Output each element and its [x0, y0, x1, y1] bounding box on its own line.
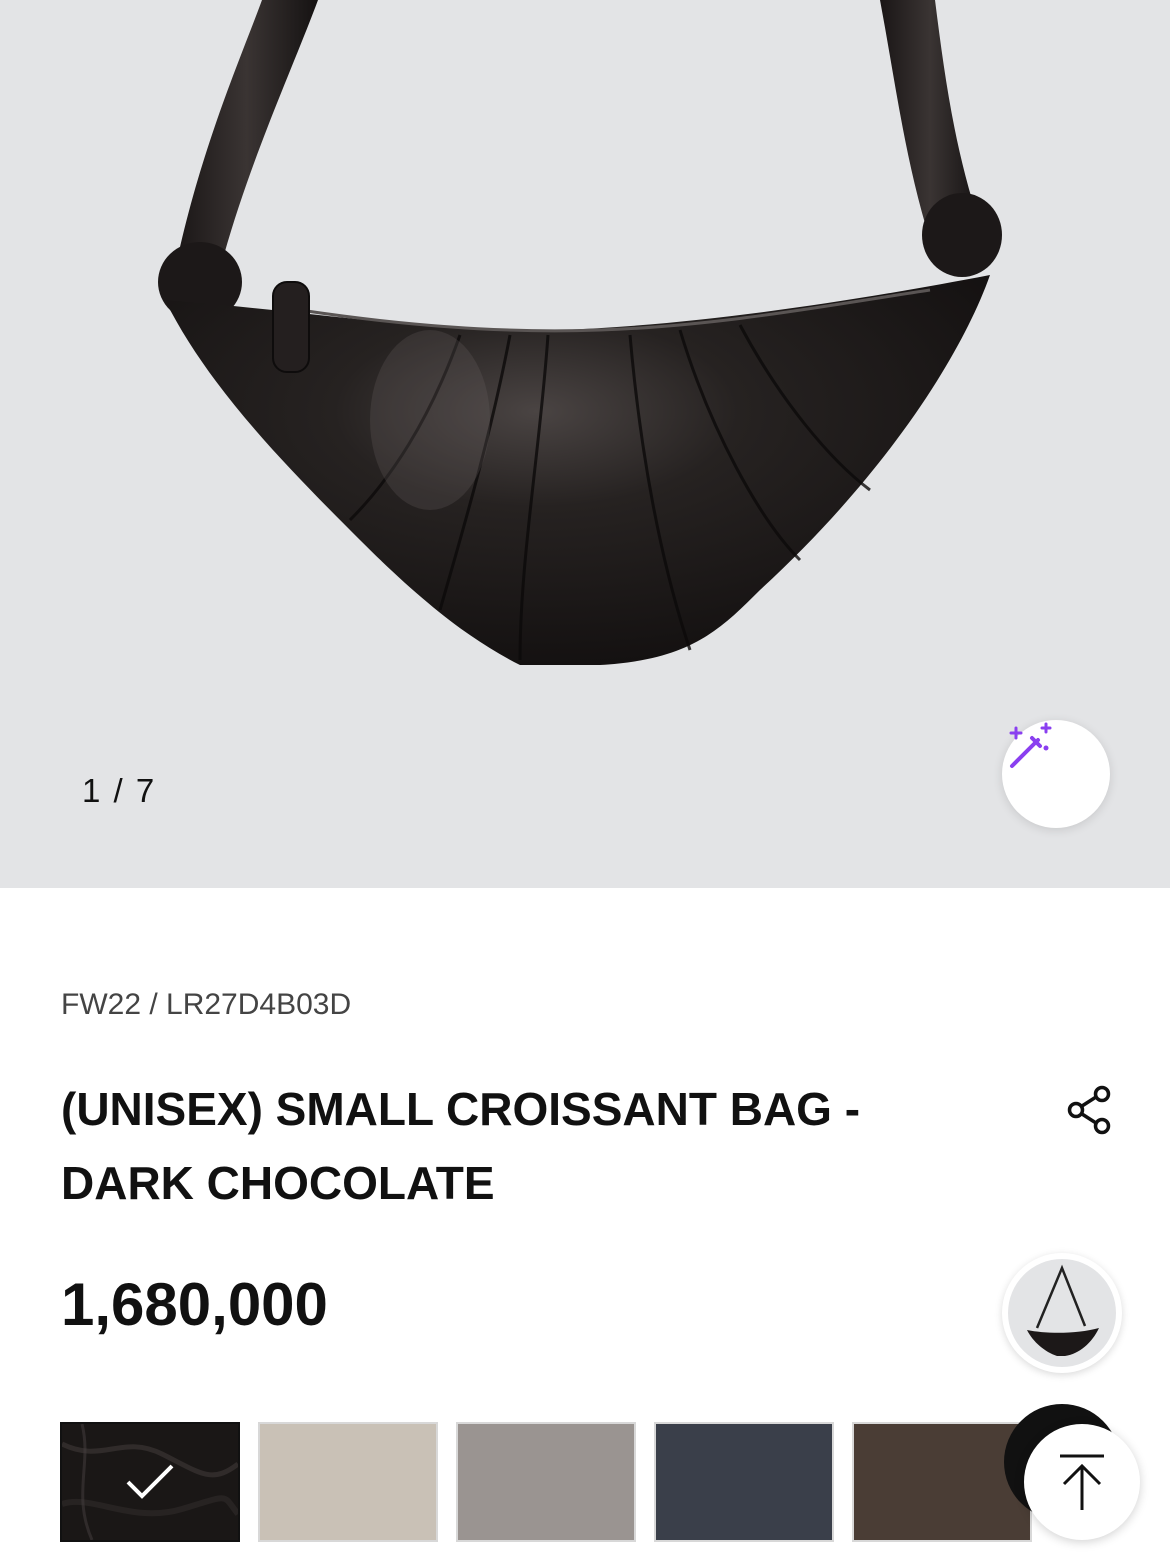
- bag-thumbnail-image: [1008, 1259, 1116, 1367]
- share-icon: [1067, 1085, 1111, 1135]
- color-swatch-beige[interactable]: [258, 1422, 438, 1542]
- product-sku: FW22 / LR27D4B03D: [61, 988, 352, 1021]
- selected-check-icon: [62, 1424, 238, 1540]
- color-swatch-grey[interactable]: [456, 1422, 636, 1542]
- product-image-gallery[interactable]: 1 / 7: [0, 0, 1170, 888]
- magic-wand-icon: [1009, 722, 1052, 768]
- image-counter: 1 / 7: [82, 772, 157, 809]
- share-button[interactable]: [1066, 1085, 1114, 1135]
- product-price: 1,680,000: [61, 1271, 328, 1338]
- arrow-up-icon: [1060, 1454, 1104, 1510]
- scroll-to-top-button[interactable]: [1024, 1424, 1140, 1540]
- color-swatch-dark-chocolate[interactable]: [60, 1422, 241, 1542]
- swatch-fill: [656, 1424, 832, 1540]
- magic-wand-button[interactable]: [1002, 720, 1110, 828]
- swatch-fill: [260, 1424, 436, 1540]
- swatch-fill: [458, 1424, 634, 1540]
- color-swatch-navy[interactable]: [654, 1422, 834, 1542]
- product-title: (UNISEX) SMALL CROISSANT BAG - DARK CHOC…: [61, 1083, 861, 1209]
- swatch-fill: [854, 1424, 1030, 1540]
- product-photo: [158, 0, 1002, 665]
- color-swatch-brown[interactable]: [852, 1422, 1032, 1542]
- product-thumbnail-button[interactable]: [1002, 1253, 1122, 1373]
